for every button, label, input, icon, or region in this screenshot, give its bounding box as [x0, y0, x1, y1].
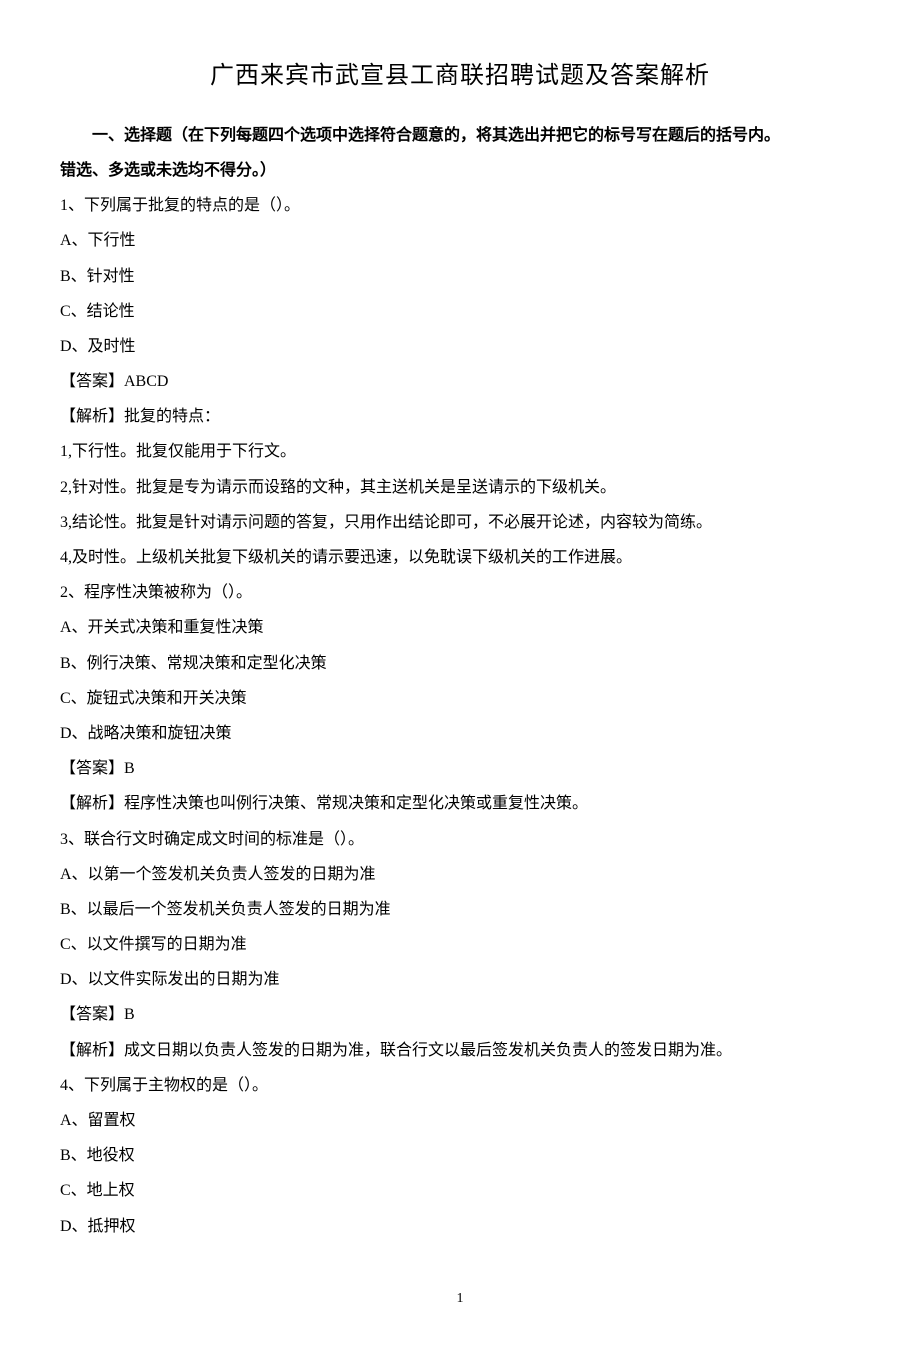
q3-option-a: A、以第一个签发机关负责人签发的日期为准 — [60, 857, 860, 892]
q2-option-d: D、战略决策和旋钮决策 — [60, 716, 860, 751]
q1-stem: 1、下列属于批复的特点的是（）。 — [60, 188, 860, 223]
q2-answer: 【答案】B — [60, 751, 860, 786]
q3-stem: 3、联合行文时确定成文时间的标准是（）。 — [60, 822, 860, 857]
q4-option-b: B、地役权 — [60, 1138, 860, 1173]
q4-option-d: D、抵押权 — [60, 1209, 860, 1244]
q1-option-b: B、针对性 — [60, 259, 860, 294]
section-header-line2: 错选、多选或未选均不得分。） — [60, 153, 860, 188]
q1-option-c: C、结论性 — [60, 294, 860, 329]
q1-explain-head: 【解析】批复的特点： — [60, 399, 860, 434]
q3-option-c: C、以文件撰写的日期为准 — [60, 927, 860, 962]
q4-stem: 4、下列属于主物权的是（）。 — [60, 1068, 860, 1103]
q2-option-b: B、例行决策、常规决策和定型化决策 — [60, 646, 860, 681]
q2-option-a: A、开关式决策和重复性决策 — [60, 610, 860, 645]
document-title: 广西来宾市武宣县工商联招聘试题及答案解析 — [60, 50, 860, 103]
q1-option-d: D、及时性 — [60, 329, 860, 364]
q3-explain: 【解析】成文日期以负责人签发的日期为准，联合行文以最后签发机关负责人的签发日期为… — [60, 1033, 860, 1068]
q4-option-c: C、地上权 — [60, 1173, 860, 1208]
section-header-line1: 一、选择题（在下列每题四个选项中选择符合题意的，将其选出并把它的标号写在题后的括… — [60, 118, 860, 153]
q1-explain-4: 4,及时性。上级机关批复下级机关的请示要迅速，以免耽误下级机关的工作进展。 — [60, 540, 860, 575]
q1-explain-1: 1,下行性。批复仅能用于下行文。 — [60, 434, 860, 469]
q2-explain: 【解析】程序性决策也叫例行决策、常规决策和定型化决策或重复性决策。 — [60, 786, 860, 821]
q1-option-a: A、下行性 — [60, 223, 860, 258]
q2-option-c: C、旋钮式决策和开关决策 — [60, 681, 860, 716]
q1-answer: 【答案】ABCD — [60, 364, 860, 399]
q3-answer: 【答案】B — [60, 997, 860, 1032]
page-number: 1 — [60, 1284, 860, 1315]
q3-option-d: D、以文件实际发出的日期为准 — [60, 962, 860, 997]
q4-option-a: A、留置权 — [60, 1103, 860, 1138]
q2-stem: 2、程序性决策被称为（）。 — [60, 575, 860, 610]
q1-explain-3: 3,结论性。批复是针对请示问题的答复，只用作出结论即可，不必展开论述，内容较为简… — [60, 505, 860, 540]
q3-option-b: B、以最后一个签发机关负责人签发的日期为准 — [60, 892, 860, 927]
q1-explain-2: 2,针对性。批复是专为请示而设臵的文种，其主送机关是呈送请示的下级机关。 — [60, 470, 860, 505]
